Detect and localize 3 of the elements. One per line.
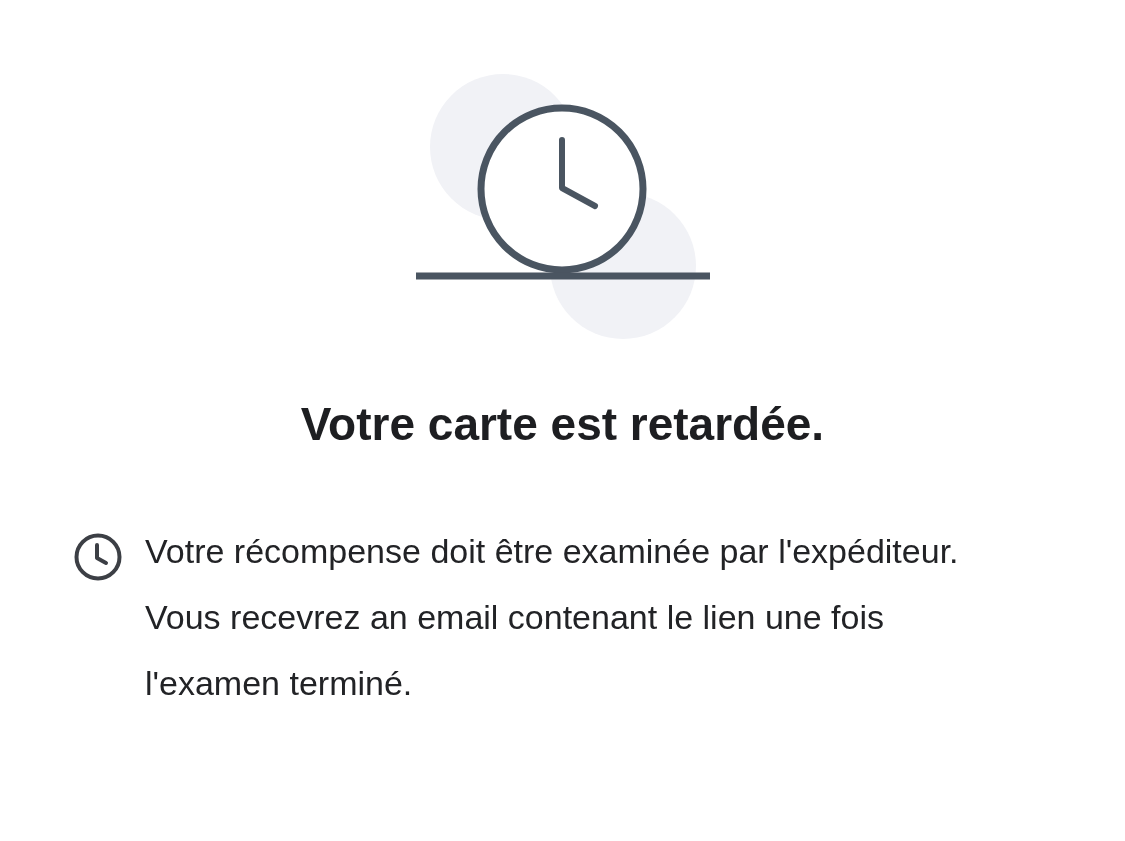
title: Votre carte est retardée.	[300, 397, 825, 452]
clock-icon	[73, 532, 123, 583]
message-text: Votre récompense doit être examinée par l'expéditeur. Vous recevrez an email contenant le lien une fois l'examen terminé.	[145, 531, 960, 705]
